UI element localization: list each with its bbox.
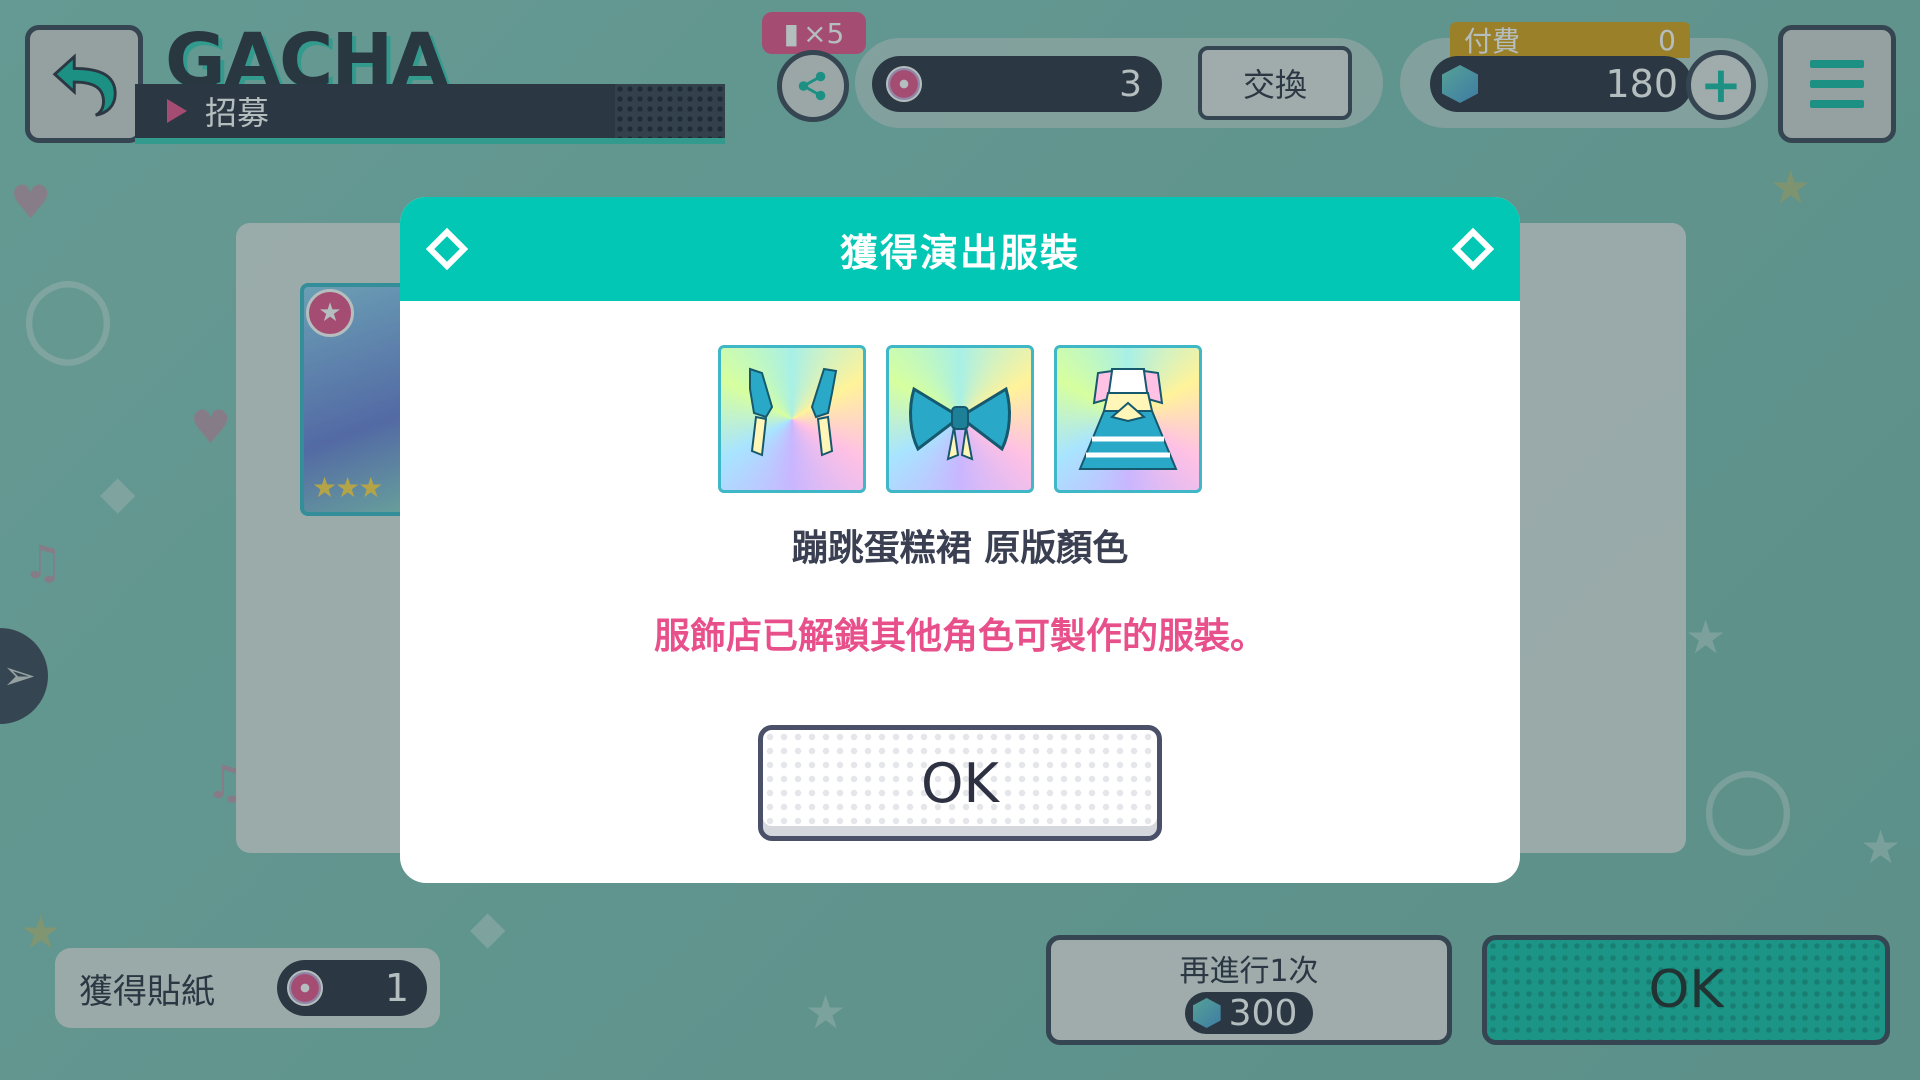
dress-icon — [1078, 368, 1178, 470]
diamond-icon — [1451, 227, 1495, 271]
dialog-header: 獲得演出服裝 — [400, 197, 1520, 301]
costume-obtained-dialog: 獲得演出服裝 蹦跳蛋糕裙 原版顏色 服飾店已解鎖其他角色可製作的服裝。 OK — [400, 197, 1520, 883]
diamond-icon — [425, 227, 469, 271]
dialog-ok-button[interactable]: OK — [758, 725, 1162, 841]
unlock-message: 服飾店已解鎖其他角色可製作的服裝。 — [653, 616, 1266, 657]
costume-name: 蹦跳蛋糕裙 原版顏色 — [791, 528, 1129, 569]
costume-item[interactable] — [718, 345, 866, 493]
arm-ribbons-icon — [749, 367, 838, 457]
bow-icon — [909, 386, 1011, 461]
dialog-title: 獲得演出服裝 — [839, 230, 1080, 275]
costume-items — [718, 345, 1202, 493]
costume-item[interactable] — [886, 345, 1034, 493]
costume-item[interactable] — [1054, 345, 1202, 493]
